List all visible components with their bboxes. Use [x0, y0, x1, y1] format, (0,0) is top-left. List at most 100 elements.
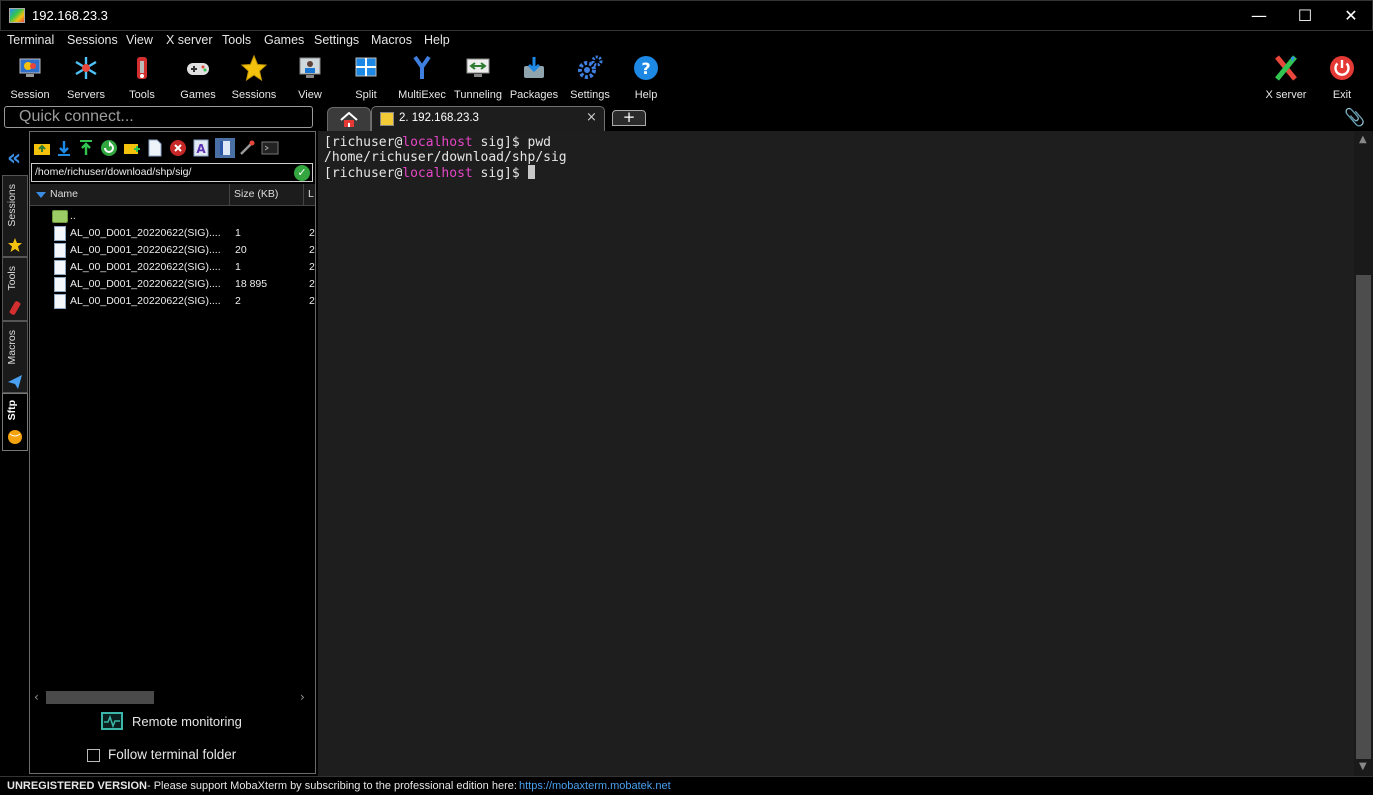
multiexec-button[interactable]: MultiExec — [394, 53, 450, 101]
list-item-parent[interactable]: .. — [30, 208, 315, 225]
multiexec-icon — [413, 55, 431, 79]
upload-icon[interactable] — [77, 139, 95, 157]
path-confirm-icon[interactable]: ✓ — [294, 165, 310, 181]
file-mode-icon[interactable] — [215, 138, 235, 158]
list-item[interactable]: AL_00_D001_20220622(SIG).... 18 895 2 — [30, 276, 315, 293]
mobaxterm-link[interactable]: https://mobaxterm.mobatek.net — [519, 780, 671, 792]
column-last[interactable]: L — [308, 188, 314, 200]
power-icon — [1330, 56, 1354, 80]
menu-view[interactable]: View — [126, 33, 153, 47]
sftp-path-text: /home/richuser/download/shp/sig/ — [35, 166, 192, 178]
help-button[interactable]: ? Help — [618, 53, 674, 101]
scroll-right-icon[interactable]: › — [300, 690, 305, 704]
packages-button[interactable]: Packages — [506, 53, 562, 101]
gamepad-icon — [187, 63, 209, 75]
refresh-icon[interactable] — [100, 139, 118, 157]
close-window-button[interactable]: ✕ — [1328, 1, 1373, 31]
session-tab-strip: 2. 192.168.23.3 × + — [318, 105, 1373, 131]
svg-text:A: A — [196, 142, 206, 156]
file-icon — [54, 277, 66, 292]
tools-button[interactable]: Tools — [114, 53, 170, 101]
maximize-button[interactable]: ☐ — [1282, 1, 1328, 31]
servers-button[interactable]: Servers — [58, 53, 114, 101]
tunneling-icon — [466, 58, 490, 77]
help-icon: ? — [634, 56, 658, 80]
file-name: AL_00_D001_20220622(SIG).... — [70, 227, 221, 239]
file-list-horizontal-scrollbar[interactable]: ‹ › — [30, 689, 315, 706]
monitor-icon — [101, 712, 123, 730]
menu-games[interactable]: Games — [264, 33, 304, 47]
new-tab-button[interactable]: + — [612, 110, 646, 126]
file-date: 2 — [309, 261, 315, 273]
file-icon — [54, 243, 66, 258]
quick-connect-input[interactable]: Quick connect... — [4, 106, 313, 128]
scrollbar-thumb[interactable] — [1356, 275, 1371, 759]
main-toolbar: Session Servers Tools Games Sessions Vie… — [0, 51, 1373, 103]
tunneling-button[interactable]: Tunneling — [450, 53, 506, 101]
checkbox[interactable] — [87, 749, 100, 762]
minimize-button[interactable]: — — [1236, 1, 1282, 31]
close-tab-button[interactable]: × — [586, 110, 597, 125]
scroll-up-icon[interactable]: ▲ — [1359, 134, 1367, 145]
file-date: 2 — [309, 227, 315, 239]
sftp-path-input[interactable]: /home/richuser/download/shp/sig/ ✓ — [31, 163, 313, 182]
file-date: 2 — [309, 244, 315, 256]
list-item[interactable]: AL_00_D001_20220622(SIG).... 20 2 — [30, 242, 315, 259]
collapse-sidebar-icon[interactable]: « — [7, 146, 21, 171]
view-button[interactable]: View — [282, 53, 338, 101]
x-server-button[interactable]: X server — [1258, 53, 1314, 101]
menu-settings[interactable]: Settings — [314, 33, 359, 47]
menu-terminal[interactable]: Terminal — [7, 33, 54, 47]
parent-folder-icon[interactable] — [33, 139, 51, 157]
status-message: - Please support MobaXterm by subscribin… — [147, 780, 517, 792]
games-button[interactable]: Games — [170, 53, 226, 101]
menu-sessions[interactable]: Sessions — [67, 33, 118, 47]
list-item[interactable]: AL_00_D001_20220622(SIG).... 1 2 — [30, 225, 315, 242]
column-size[interactable]: Size (KB) — [234, 188, 278, 200]
wand-icon[interactable] — [238, 139, 256, 157]
tab-session-192-168-23-3[interactable]: 2. 192.168.23.3 × — [371, 106, 605, 131]
side-tabs: « Sessions Tools Macros Sftp — [0, 131, 29, 781]
file-size: 2 — [235, 295, 241, 307]
scrollbar-thumb[interactable] — [46, 691, 154, 704]
exit-button[interactable]: Exit — [1314, 53, 1370, 101]
paper-plane-icon — [8, 375, 22, 389]
column-name[interactable]: Name — [50, 188, 78, 200]
rename-icon[interactable]: A — [192, 139, 210, 157]
scroll-down-icon[interactable]: ▼ — [1359, 761, 1367, 772]
terminal-vertical-scrollbar[interactable]: ▲ ▼ — [1354, 131, 1373, 776]
paperclip-icon[interactable]: 📎 — [1344, 108, 1365, 128]
delete-icon[interactable] — [169, 139, 187, 157]
menu-help[interactable]: Help — [424, 33, 450, 47]
tab-macros[interactable]: Macros — [2, 321, 28, 393]
home-tab[interactable] — [327, 107, 371, 131]
tab-sessions[interactable]: Sessions — [2, 175, 28, 257]
list-item[interactable]: AL_00_D001_20220622(SIG).... 1 2 — [30, 259, 315, 276]
sessions-button[interactable]: Sessions — [226, 53, 282, 101]
home-icon — [340, 112, 358, 127]
list-item[interactable]: AL_00_D001_20220622(SIG).... 2 2 — [30, 293, 315, 310]
tab-tools[interactable]: Tools — [2, 257, 28, 321]
terminal-area[interactable]: [richuser@localhost sig]$ pwd /home/rich… — [318, 131, 1354, 776]
split-button[interactable]: Split — [338, 53, 394, 101]
session-tab-icon — [380, 112, 394, 126]
terminal-icon[interactable] — [261, 139, 279, 157]
follow-terminal-folder-checkbox[interactable]: Follow terminal folder — [87, 746, 287, 766]
tab-sftp[interactable]: Sftp — [2, 393, 28, 451]
remote-monitoring-button[interactable]: Remote monitoring — [101, 712, 271, 734]
star-icon — [240, 54, 268, 82]
menu-tools[interactable]: Tools — [222, 33, 251, 47]
gear-icon — [578, 55, 603, 79]
menu-x-server[interactable]: X server — [166, 33, 213, 47]
sftp-panel: A /home/richuser/download/shp/sig/ ✓ Nam… — [29, 131, 316, 774]
menu-macros[interactable]: Macros — [371, 33, 412, 47]
download-icon[interactable] — [55, 139, 73, 157]
sessions-star-icon — [8, 238, 22, 252]
settings-button[interactable]: Settings — [562, 53, 618, 101]
session-tab-label: 2. 192.168.23.3 — [399, 112, 479, 124]
svg-text:?: ? — [641, 59, 650, 78]
new-folder-icon[interactable] — [123, 139, 141, 157]
new-file-icon[interactable] — [146, 139, 164, 157]
scroll-left-icon[interactable]: ‹ — [34, 690, 39, 704]
session-button[interactable]: Session — [2, 53, 58, 101]
